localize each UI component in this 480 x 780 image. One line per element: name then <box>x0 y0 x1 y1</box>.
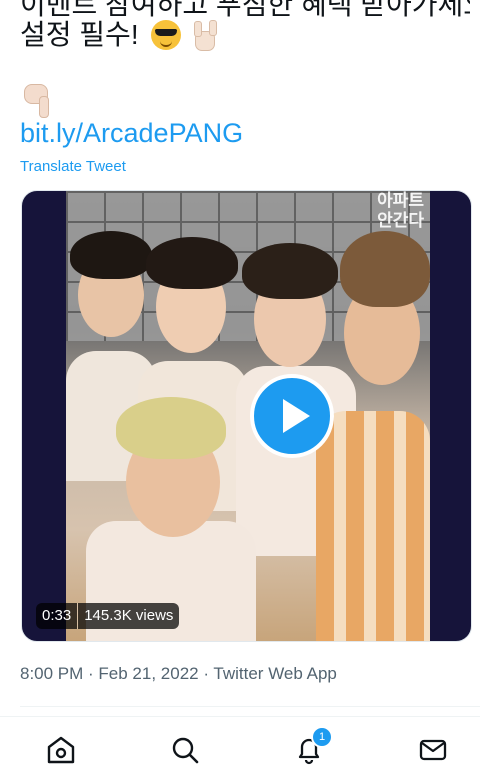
video-watermark: 아파트 안간다 <box>377 191 424 230</box>
video-duration: 0:33 <box>36 603 78 629</box>
person-hair <box>70 231 152 279</box>
video-thumbnail: 아파트 안간다 <box>66 191 430 641</box>
person-hair <box>146 237 238 289</box>
tweet-text-line-2: 설정 필수! <box>20 19 139 50</box>
sunglasses-emoji-icon <box>150 20 181 50</box>
person-shirt-plaid <box>316 411 430 641</box>
bottom-navigation: 1 <box>0 716 480 780</box>
person-hair <box>340 231 430 307</box>
search-icon[interactable] <box>170 735 200 765</box>
video-player[interactable]: 아파트 안간다 0:33 145.3K views <box>21 190 472 642</box>
rock-on-hand-emoji-icon <box>189 19 219 51</box>
person-hair <box>242 243 338 299</box>
person-hair-blond <box>116 397 226 459</box>
home-icon[interactable] <box>46 735 76 765</box>
pointing-down-emoji-icon <box>22 82 52 118</box>
video-views: 145.3K views <box>78 603 180 629</box>
tweet-text-line-2-row: 설정 필수! <box>20 16 219 54</box>
translate-tweet-link[interactable]: Translate Tweet <box>20 158 126 175</box>
tweet-link[interactable]: bit.ly/ArcadePANG <box>20 118 243 149</box>
divider <box>20 706 480 707</box>
video-stats-badge: 0:33 145.3K views <box>36 603 180 629</box>
play-button[interactable] <box>250 374 334 458</box>
notification-count-badge: 1 <box>311 726 333 748</box>
notifications-icon[interactable]: 1 <box>294 726 333 765</box>
tweet-timestamp: 8:00 PM · Feb 21, 2022 · Twitter Web App <box>20 664 337 683</box>
messages-icon[interactable] <box>418 735 448 765</box>
